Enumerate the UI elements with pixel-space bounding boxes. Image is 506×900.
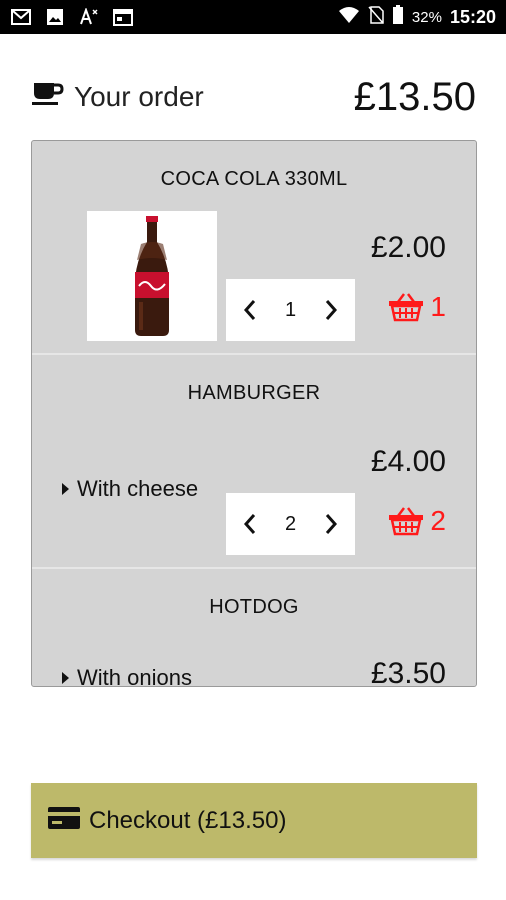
item-option-label: With cheese bbox=[77, 476, 199, 501]
decrease-button[interactable] bbox=[236, 504, 264, 544]
battery-percent: 32% bbox=[411, 8, 442, 26]
decrease-button[interactable] bbox=[236, 290, 264, 330]
order-total: £13.50 bbox=[353, 74, 476, 119]
checkout-label: Checkout (£13.50) bbox=[89, 806, 287, 834]
coffee-cup-icon bbox=[32, 81, 64, 114]
quantity-value: 2 bbox=[284, 512, 297, 535]
item-price: £2.00 bbox=[370, 231, 446, 264]
battery-icon bbox=[392, 4, 404, 30]
checkout-button[interactable]: Checkout (£13.50) bbox=[31, 783, 477, 858]
basket-icon bbox=[389, 507, 424, 536]
basket-count: 2 bbox=[430, 505, 446, 536]
image-icon bbox=[44, 7, 66, 27]
order-item: HOTDOG With onions £3.50 bbox=[32, 569, 476, 687]
item-title: COCA COLA 330ML bbox=[160, 168, 348, 190]
increase-button[interactable] bbox=[317, 504, 345, 544]
clock: 15:20 bbox=[449, 6, 496, 27]
item-image bbox=[87, 211, 217, 341]
gmail-icon bbox=[10, 7, 32, 27]
quantity-stepper: 2 bbox=[226, 493, 355, 555]
quantity-stepper: 1 bbox=[226, 279, 355, 341]
calendar-icon bbox=[112, 7, 134, 27]
page-title: Your order bbox=[32, 81, 204, 114]
chevron-right-icon bbox=[325, 514, 338, 534]
increase-button[interactable] bbox=[317, 290, 345, 330]
basket-button[interactable]: 2 bbox=[388, 505, 446, 537]
caret-right-icon bbox=[62, 483, 69, 495]
order-list[interactable]: COCA COLA 330ML £2.00 1 1 HAMBURGER With… bbox=[31, 140, 477, 687]
item-title: HOTDOG bbox=[209, 596, 299, 618]
item-option[interactable]: With cheese bbox=[62, 476, 198, 502]
quantity-value: 1 bbox=[284, 298, 297, 321]
coca-cola-bottle-image bbox=[135, 216, 169, 336]
item-option-label: With onions bbox=[77, 665, 192, 687]
item-option[interactable]: With onions bbox=[62, 665, 192, 687]
status-bar: 32% 15:20 bbox=[0, 0, 506, 34]
text-size-icon bbox=[78, 7, 100, 27]
order-header: Your order £13.50 bbox=[32, 72, 476, 122]
basket-icon bbox=[389, 293, 424, 322]
caret-right-icon bbox=[62, 672, 69, 684]
item-price: £4.00 bbox=[370, 445, 446, 478]
item-price: £3.50 bbox=[370, 657, 446, 687]
basket-button[interactable]: 1 bbox=[388, 291, 446, 323]
chevron-left-icon bbox=[243, 514, 256, 534]
order-item: COCA COLA 330ML £2.00 1 1 bbox=[32, 141, 476, 355]
order-item: HAMBURGER With cheese £4.00 2 2 bbox=[32, 355, 476, 569]
item-title: HAMBURGER bbox=[187, 382, 321, 404]
chevron-left-icon bbox=[243, 300, 256, 320]
basket-count: 1 bbox=[430, 291, 446, 322]
credit-card-icon bbox=[47, 805, 81, 836]
no-sim-icon bbox=[368, 5, 384, 29]
chevron-right-icon bbox=[325, 300, 338, 320]
page-title-text: Your order bbox=[74, 81, 204, 112]
wifi-icon bbox=[338, 6, 360, 29]
